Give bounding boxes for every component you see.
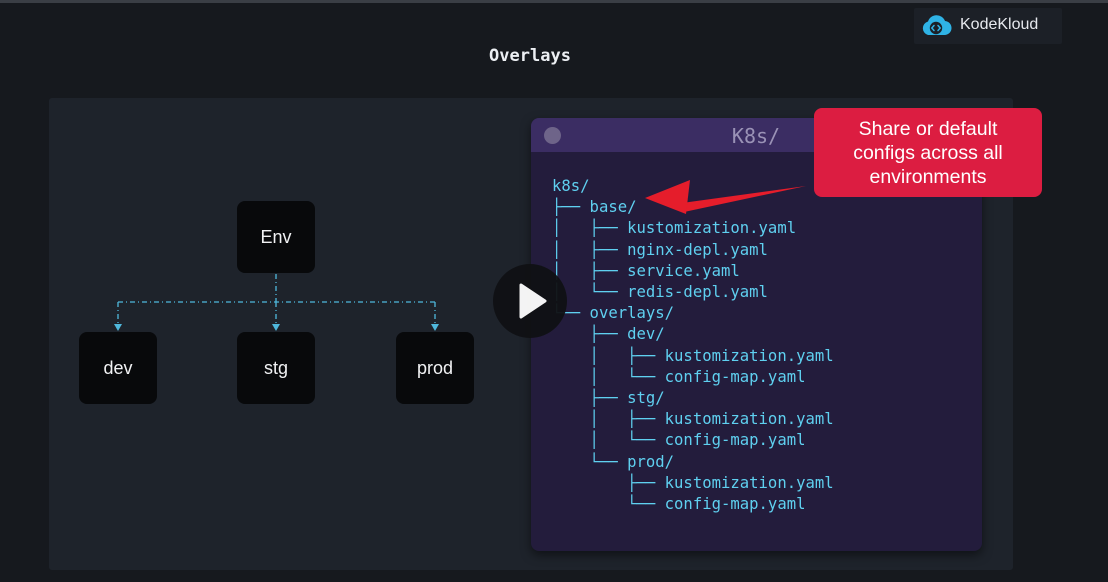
- play-icon: [519, 283, 547, 319]
- callout-box: Share or default configs across all envi…: [814, 108, 1042, 197]
- play-button[interactable]: [493, 264, 567, 338]
